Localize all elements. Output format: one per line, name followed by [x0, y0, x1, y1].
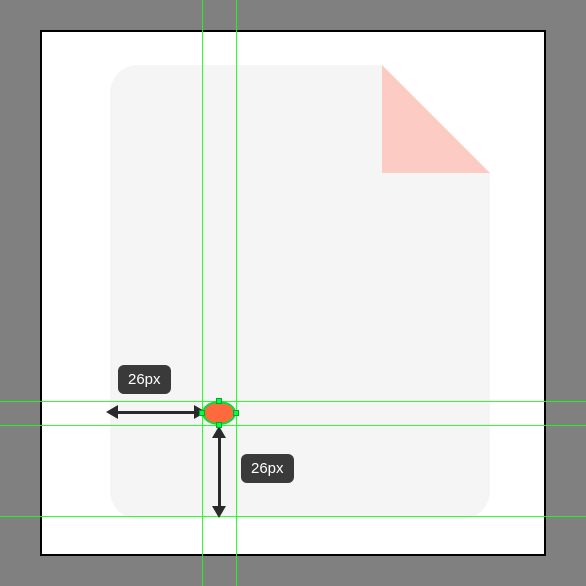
guide-horizontal [0, 516, 586, 517]
folded-corner-fill [382, 65, 490, 173]
guide-vertical [202, 0, 203, 586]
measure-tooltip-vertical: 26px [241, 454, 294, 483]
guide-horizontal [0, 401, 586, 402]
measure-tooltip-horizontal: 26px [118, 365, 171, 394]
resize-handle-left[interactable] [199, 410, 205, 416]
resize-handle-top[interactable] [216, 398, 222, 404]
arrow-left-icon [106, 405, 118, 419]
measure-line-horizontal [116, 411, 196, 414]
guide-horizontal [0, 425, 586, 426]
arrow-down-icon [212, 506, 226, 518]
resize-handle-bottom[interactable] [216, 422, 222, 428]
editor-stage: 26px 26px [0, 0, 586, 586]
guide-vertical [236, 0, 237, 586]
measure-line-vertical [218, 436, 221, 508]
resize-handle-right[interactable] [233, 410, 239, 416]
